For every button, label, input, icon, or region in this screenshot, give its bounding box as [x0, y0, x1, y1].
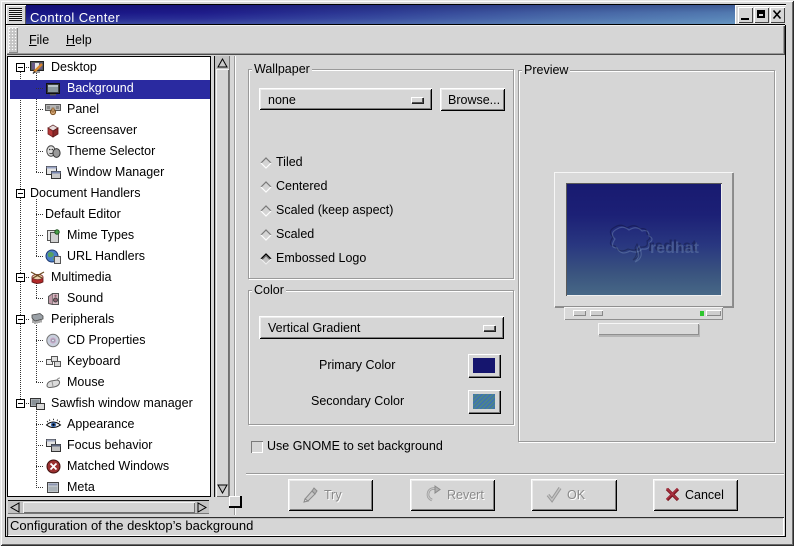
svg-text:redhat: redhat — [650, 240, 700, 257]
